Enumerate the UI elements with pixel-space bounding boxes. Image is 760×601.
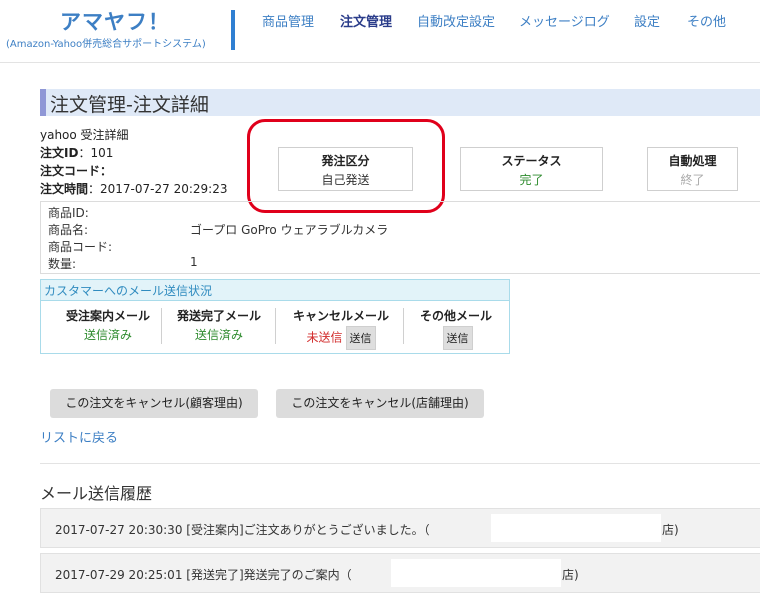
cancel-order-store-button[interactable]: この注文をキャンセル(店舗理由)	[276, 389, 484, 418]
auto-process-value: 終了	[680, 173, 705, 187]
other-mail-status-row: 送信	[406, 326, 506, 350]
nav-item-settings[interactable]: 設定	[634, 11, 660, 30]
product-id-label: 商品ID:	[48, 206, 89, 220]
nav-item-products[interactable]: 商品管理	[262, 11, 314, 30]
product-quantity-label: 数量:	[48, 257, 77, 271]
product-code-label: 商品コード:	[48, 240, 113, 254]
shipped-mail-title: 発送完了メール	[176, 309, 261, 323]
auto-process-box: 自動処理 終了	[647, 147, 738, 191]
order-time-row: 注文時間：2017-07-27 20:29:23	[40, 180, 227, 197]
product-row-code: 商品コード:	[48, 238, 112, 255]
mail-history-item: 2017-07-29 20:25:01 [発送完了]発送完了のご案内（ 店)	[40, 553, 760, 593]
back-to-list-link[interactable]: リストに戻る	[40, 427, 118, 446]
nav-item-auto-revision[interactable]: 自動改定設定	[417, 11, 495, 30]
section-divider	[40, 463, 760, 464]
mail-col-shipped: 発送完了メール 送信済み	[164, 307, 274, 343]
order-time-value: ：2017-07-27 20:29:23	[88, 182, 228, 196]
order-time-label: 注文時間	[40, 182, 89, 196]
cancel-order-customer-button[interactable]: この注文をキャンセル(顧客理由)	[50, 389, 258, 418]
mail-col-other: その他メール 送信	[406, 307, 506, 350]
highlight-annotation-circle	[247, 119, 445, 213]
mail-history-title: メール送信履歴	[40, 484, 153, 503]
order-guide-mail-status: 送信済み	[83, 328, 132, 342]
cancel-mail-title: キャンセルメール	[292, 309, 389, 323]
order-id-value: ：101	[78, 146, 114, 160]
auto-process-label: 自動処理	[668, 154, 717, 168]
mail-history-suffix: 店)	[662, 523, 679, 537]
mail-history-item: 2017-07-27 20:30:30 [受注案内]ご注文ありがとうございました…	[40, 508, 760, 548]
redacted-store-name	[491, 514, 661, 542]
mail-history-text: 2017-07-27 20:30:30 [受注案内]ご注文ありがとうございました…	[55, 523, 430, 537]
app-logo-title[interactable]: アマヤフ！	[60, 6, 170, 36]
order-code-row: 注文コード：	[40, 162, 112, 179]
nav-item-other[interactable]: その他	[687, 11, 726, 30]
product-row-quantity: 数量: 1	[48, 255, 198, 272]
mail-col-cancel: キャンセルメール 未送信 送信	[281, 307, 401, 350]
mail-status-title: カスタマーへのメール送信状況	[44, 284, 213, 298]
order-source: yahoo 受注詳細	[40, 128, 129, 142]
mail-history-suffix: 店)	[562, 568, 579, 582]
mail-status-header: カスタマーへのメール送信状況	[41, 280, 509, 301]
order-id-label: 注文ID	[40, 146, 79, 160]
order-code-label: 注文コード	[40, 164, 101, 178]
redacted-store-name	[391, 559, 561, 587]
cancel-mail-status-row: 未送信 送信	[281, 326, 401, 350]
product-row-name: 商品名: ゴープロ GoPro ウェアラブルカメラ	[48, 221, 388, 238]
page-title-accent	[40, 89, 46, 116]
order-code-value: ：	[100, 164, 113, 178]
page-title: 注文管理-注文詳細	[50, 94, 209, 116]
mail-col-divider	[161, 308, 162, 344]
app-logo-subtitle: (Amazon-Yahoo併売総合サポートシステム)	[6, 39, 206, 50]
logo-divider	[231, 10, 235, 50]
order-status-box: ステータス 完了	[460, 147, 603, 191]
mail-col-order-guide: 受注案内メール 送信済み	[53, 307, 163, 343]
cancel-mail-status: 未送信	[306, 330, 343, 345]
mail-col-divider	[403, 308, 404, 344]
order-guide-mail-title: 受注案内メール	[65, 309, 150, 323]
product-name-value: ゴープロ GoPro ウェアラブルカメラ	[190, 223, 389, 237]
product-quantity-value: 1	[190, 255, 198, 269]
shipped-mail-status: 送信済み	[194, 328, 243, 342]
mail-status-panel: カスタマーへのメール送信状況 受注案内メール 送信済み 発送完了メール 送信済み…	[40, 279, 510, 354]
order-id-row: 注文ID：101	[40, 144, 113, 161]
product-name-label: 商品名:	[48, 223, 89, 237]
header-divider	[0, 62, 760, 63]
product-info-table: 商品ID: 商品名: ゴープロ GoPro ウェアラブルカメラ 商品コード: 数量…	[40, 201, 760, 274]
cancel-mail-send-button[interactable]: 送信	[345, 326, 376, 350]
order-status-label: ステータス	[501, 154, 562, 168]
other-mail-title: その他メール	[419, 309, 492, 323]
mail-col-divider	[275, 308, 276, 344]
order-status-value: 完了	[519, 173, 544, 187]
nav-item-message-log[interactable]: メッセージログ	[519, 11, 610, 30]
nav-item-orders[interactable]: 注文管理	[340, 11, 392, 30]
mail-history-text: 2017-07-29 20:25:01 [発送完了]発送完了のご案内（	[55, 568, 352, 582]
other-mail-send-button[interactable]: 送信	[442, 326, 473, 350]
product-row-id: 商品ID:	[48, 204, 89, 221]
